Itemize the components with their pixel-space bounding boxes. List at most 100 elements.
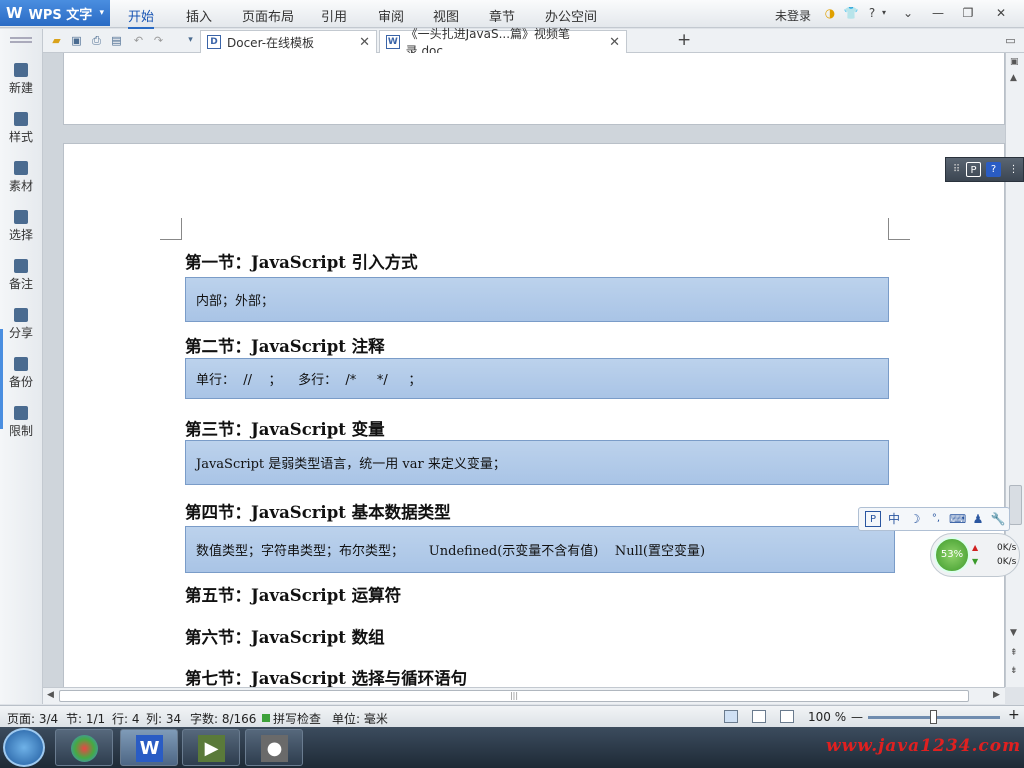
print-preview-icon[interactable]: ▤: [109, 33, 124, 48]
content-textbox[interactable]: JavaScript 是弱类型语言，统一用 var 来定义变量；: [185, 440, 889, 485]
document-canvas[interactable]: 第一节：JavaScript 引入方式 内部；外部； 第二节：JavaScrip…: [43, 53, 1005, 687]
ime-halfwidth-icon[interactable]: ☽: [907, 511, 923, 527]
next-page-icon[interactable]: ⇟: [1010, 666, 1018, 676]
rail-item-new[interactable]: 新建: [0, 59, 42, 103]
menu-view[interactable]: 视图: [433, 6, 459, 25]
rail-item-select[interactable]: 选择: [0, 206, 42, 250]
rail-item-note[interactable]: 备注: [0, 255, 42, 299]
rail-item-restrict[interactable]: 限制: [0, 402, 42, 446]
open-folder-icon[interactable]: ▰: [49, 33, 64, 48]
scroll-down-arrow-icon[interactable]: ▼: [1010, 628, 1017, 638]
wps-app-menu-button[interactable]: W WPS 文字 ▾: [0, 0, 110, 26]
content-textbox[interactable]: 内部；外部；: [185, 277, 889, 322]
scroll-right-arrow-icon[interactable]: ▶: [993, 690, 1000, 700]
share-icon: [14, 308, 28, 322]
minimize-button[interactable]: —: [930, 5, 946, 21]
tab-close-icon[interactable]: ✕: [351, 35, 370, 50]
section-heading[interactable]: 第七节：JavaScript 选择与循环语句: [185, 665, 467, 687]
scroll-up-arrow-icon[interactable]: ▲: [1010, 73, 1017, 83]
zoom-out-button[interactable]: —: [851, 710, 863, 724]
rail-item-style[interactable]: 样式: [0, 108, 42, 152]
section-heading[interactable]: 第四节：JavaScript 基本数据类型: [185, 499, 451, 523]
start-button[interactable]: [3, 728, 45, 767]
status-column: 列: 34: [146, 712, 182, 726]
taskbar-app-wps[interactable]: W: [120, 729, 178, 766]
document-page[interactable]: 第一节：JavaScript 引入方式 内部；外部； 第二节：JavaScrip…: [63, 143, 1005, 687]
redo-icon[interactable]: ↷: [151, 33, 166, 48]
status-unit[interactable]: 单位: 毫米: [332, 710, 388, 727]
outline-view-icon[interactable]: [752, 710, 766, 723]
rail-item-backup[interactable]: 备份: [0, 353, 42, 397]
section-heading[interactable]: 第六节：JavaScript 数组: [185, 624, 385, 648]
content-textbox[interactable]: 数值类型；字符串类型；布尔类型； Undefined(示变量不含有值) Null…: [185, 526, 895, 573]
section-heading[interactable]: 第二节：JavaScript 注释: [185, 333, 385, 357]
ime-user-icon[interactable]: ♟: [970, 511, 986, 527]
collapse-ribbon-icon[interactable]: ⌄: [900, 5, 916, 21]
upload-arrow-icon: ▲: [972, 543, 979, 552]
zoom-slider-thumb[interactable]: [930, 710, 937, 724]
content-textbox[interactable]: 单行： // ； 多行： /* */ ；: [185, 358, 889, 399]
new-doc-icon: [14, 63, 28, 77]
menu-office-space[interactable]: 办公空间: [545, 6, 597, 25]
shirt-icon[interactable]: 👕: [843, 5, 859, 21]
scroll-left-arrow-icon[interactable]: ◀: [47, 690, 54, 700]
section-heading[interactable]: 第一节：JavaScript 引入方式: [185, 249, 418, 273]
restore-button[interactable]: ❐: [960, 5, 976, 21]
save-icon[interactable]: ▣: [69, 33, 84, 48]
undo-icon[interactable]: ↶: [131, 33, 146, 48]
menu-start[interactable]: 开始: [128, 6, 155, 29]
taskbar-app-recorder-2[interactable]: ●: [245, 729, 303, 766]
section-heading[interactable]: 第五节：JavaScript 运算符: [185, 582, 401, 606]
status-bar: 页面: 3/4 节: 1/1 行: 4 列: 34 字数: 8/166 拼写检查…: [0, 705, 1024, 727]
menu-references[interactable]: 引用: [321, 6, 347, 25]
horizontal-scrollbar[interactable]: ◀ ||| ▶: [43, 687, 1005, 704]
rail-handle-icon[interactable]: [10, 37, 32, 43]
rail-item-share[interactable]: 分享: [0, 304, 42, 348]
tab-list-icon[interactable]: ▭: [1003, 33, 1018, 48]
print-icon[interactable]: ⎙: [89, 33, 104, 48]
ime-punctuation-icon[interactable]: °,: [928, 511, 944, 527]
ime-settings-icon[interactable]: 🔧: [990, 511, 1006, 527]
zoom-in-button[interactable]: +: [1008, 707, 1020, 723]
rail-item-material[interactable]: 素材: [0, 157, 42, 201]
prev-page-icon[interactable]: ⇞: [1010, 648, 1018, 658]
page-view-icon[interactable]: [724, 710, 738, 723]
grip-icon[interactable]: ⠿: [949, 162, 964, 177]
quick-access-dropdown-icon[interactable]: ▾: [183, 33, 198, 48]
previous-page[interactable]: [63, 53, 1005, 125]
section-heading[interactable]: 第三节：JavaScript 变量: [185, 416, 385, 440]
skin-icon[interactable]: ◑: [822, 5, 838, 21]
status-row: 行: 4: [112, 712, 140, 726]
menu-review[interactable]: 审阅: [378, 6, 404, 25]
help-dropdown-icon[interactable]: ▾: [876, 5, 892, 21]
tab-docer-templates[interactable]: D Docer-在线模板 ✕: [200, 30, 377, 53]
toolbar-menu-icon[interactable]: ⋮: [1006, 162, 1021, 177]
select-icon: [14, 210, 28, 224]
ime-keyboard-icon[interactable]: ⌨: [949, 511, 966, 527]
menu-chapter[interactable]: 章节: [489, 6, 515, 25]
menu-page-layout[interactable]: 页面布局: [242, 6, 294, 25]
help-circle-icon[interactable]: ?: [986, 162, 1001, 177]
scroll-top-icon[interactable]: ▣: [1010, 57, 1019, 67]
login-link[interactable]: 未登录: [775, 7, 811, 24]
taskbar-app-recorder[interactable]: ▶: [182, 729, 240, 766]
note-icon: [14, 259, 28, 273]
status-word-count[interactable]: 字数: 8/166: [190, 710, 256, 727]
tab-document[interactable]: W 《一头扎进JavaS...篇》视频笔录.doc ✕: [379, 27, 627, 58]
spell-check-toggle[interactable]: 拼写检查: [273, 710, 321, 727]
new-tab-button[interactable]: +: [677, 30, 691, 50]
network-speed-widget[interactable]: 53% ▲ ▼ 0K/s 0K/s: [930, 533, 1020, 577]
web-view-icon[interactable]: [780, 710, 794, 723]
input-method-logo-icon[interactable]: P: [966, 162, 981, 177]
tab-close-icon[interactable]: ✕: [601, 35, 620, 50]
menu-insert[interactable]: 插入: [186, 6, 212, 25]
vertical-scrollbar[interactable]: ▣ ▲ ▼ ⇞ ⇟: [1005, 53, 1024, 687]
ime-mode-chinese[interactable]: 中: [886, 511, 902, 527]
close-button[interactable]: ✕: [993, 5, 1009, 21]
status-page[interactable]: 页面: 3/4: [7, 710, 58, 727]
taskbar-app-media[interactable]: [55, 729, 113, 766]
zoom-level[interactable]: 100 %: [808, 710, 846, 724]
vertical-scroll-thumb[interactable]: [1009, 485, 1022, 525]
ime-logo-icon[interactable]: P: [865, 511, 881, 527]
horizontal-scroll-thumb[interactable]: |||: [59, 690, 969, 702]
